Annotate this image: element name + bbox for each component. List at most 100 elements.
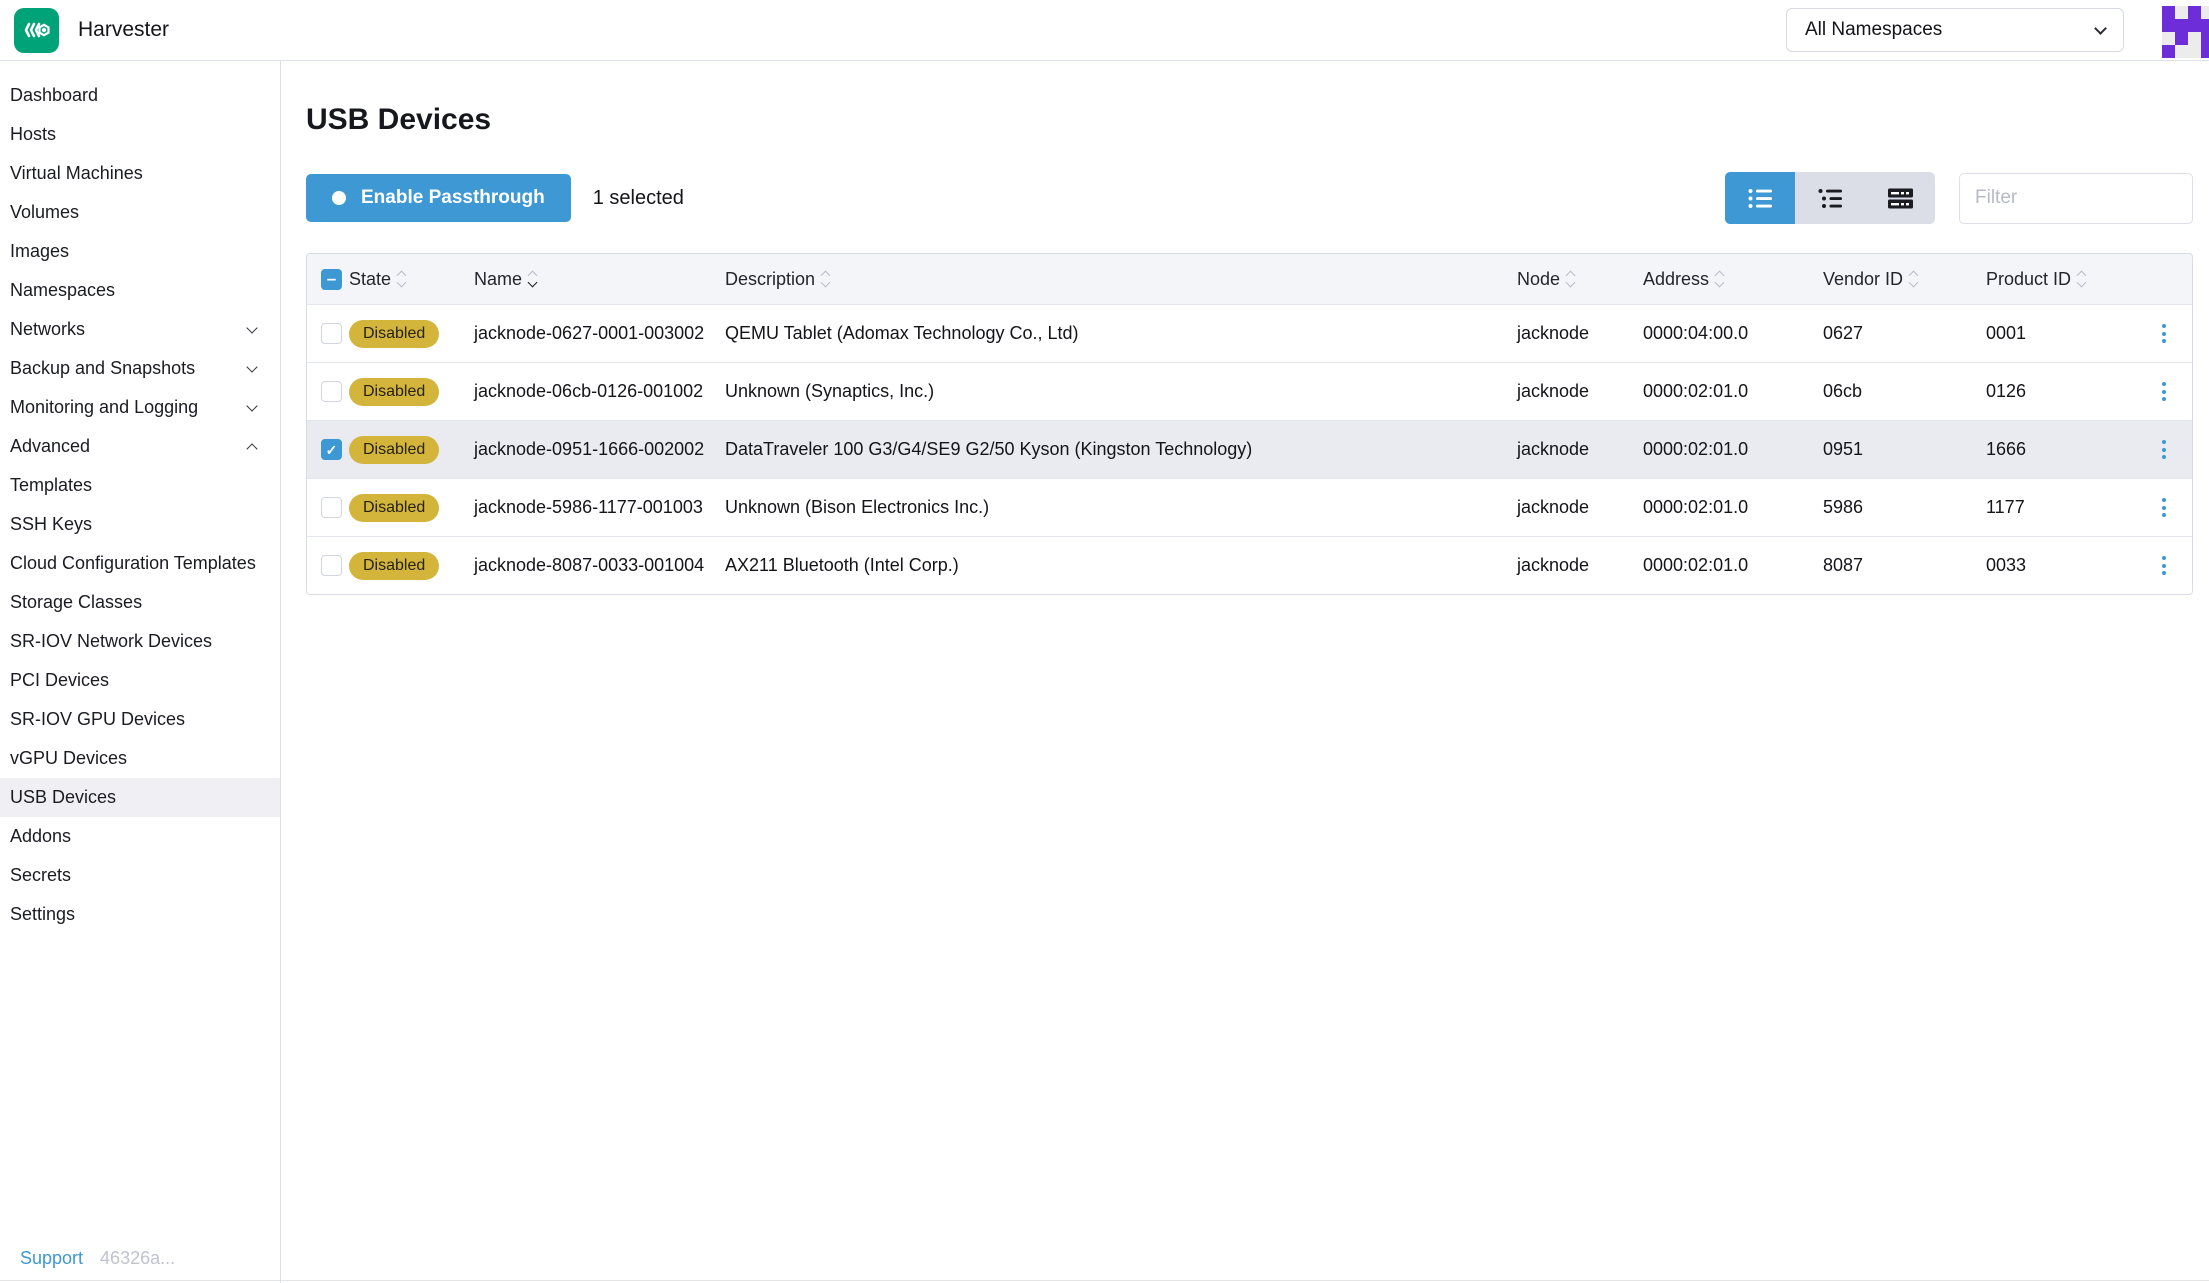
select-all-checkbox[interactable] <box>321 268 342 290</box>
table-row[interactable]: Disabled jacknode-0627-0001-003002 QEMU … <box>307 304 2192 362</box>
sidebar-item-label: PCI Devices <box>10 670 110 690</box>
sidebar-item-monitoring-and-logging[interactable]: Monitoring and Logging <box>0 388 280 427</box>
sidebar-item-label: Addons <box>10 826 72 846</box>
grouped-list-view-icon <box>1818 188 1842 208</box>
sidebar-chevron-icon <box>246 361 258 373</box>
product-id-cell: 1177 <box>1986 497 2025 517</box>
flat-list-view-button[interactable] <box>1865 172 1935 224</box>
row-actions-kebab-icon[interactable] <box>2154 377 2174 407</box>
node-cell: jacknode <box>1517 323 1590 343</box>
table-row[interactable]: Disabled jacknode-06cb-0126-001002 Unkno… <box>307 362 2192 420</box>
enable-passthrough-button[interactable]: Enable Passthrough <box>306 174 571 222</box>
sort-icon <box>820 270 831 288</box>
column-header-vendor-id[interactable]: Vendor ID <box>1823 269 1986 290</box>
sidebar-item-pci-devices[interactable]: PCI Devices <box>0 661 280 700</box>
row-checkbox-cell <box>307 323 349 344</box>
row-checkbox[interactable] <box>321 497 342 518</box>
sidebar-item-vgpu-devices[interactable]: vGPU Devices <box>0 739 280 778</box>
column-label: Node <box>1517 268 1561 289</box>
row-actions-kebab-icon[interactable] <box>2154 493 2174 523</box>
column-header-name[interactable]: Name <box>474 269 725 290</box>
row-checkbox-cell <box>307 555 349 576</box>
sidebar-item-hosts[interactable]: Hosts <box>0 115 280 154</box>
address-cell: 0000:02:01.0 <box>1643 555 1749 575</box>
row-actions-kebab-icon[interactable] <box>2154 551 2174 581</box>
page-title: USB Devices <box>306 103 492 136</box>
sidebar-item-templates[interactable]: Templates <box>0 466 280 505</box>
sidebar-item-label: vGPU Devices <box>10 748 128 768</box>
filter-input[interactable] <box>1959 172 2193 224</box>
sidebar-item-cloud-configuration-templates[interactable]: Cloud Configuration Templates <box>0 544 280 583</box>
name-cell: jacknode-06cb-0126-001002 <box>474 381 704 401</box>
node-cell: jacknode <box>1517 497 1590 517</box>
namespace-select[interactable]: All Namespaces <box>1786 8 2124 52</box>
view-toggle-group <box>1725 172 1935 224</box>
node-cell: jacknode <box>1517 439 1590 459</box>
node-cell: jacknode <box>1517 381 1590 401</box>
sidebar-item-storage-classes[interactable]: Storage Classes <box>0 583 280 622</box>
harvester-logo-icon <box>24 22 50 38</box>
sidebar-item-networks[interactable]: Networks <box>0 310 280 349</box>
sidebar-item-addons[interactable]: Addons <box>0 817 280 856</box>
state-cell: Disabled <box>349 493 474 522</box>
sidebar-item-settings[interactable]: Settings <box>0 895 280 934</box>
column-header-state[interactable]: State <box>349 269 474 290</box>
harvester-logo[interactable] <box>14 7 59 53</box>
sidebar-item-ssh-keys[interactable]: SSH Keys <box>0 505 280 544</box>
sidebar-item-label: Templates <box>10 475 93 495</box>
support-link[interactable]: Support <box>20 1248 83 1269</box>
sidebar-item-label: Networks <box>10 319 86 339</box>
table-row[interactable]: Disabled jacknode-5986-1177-001003 Unkno… <box>307 478 2192 536</box>
row-actions-kebab-icon[interactable] <box>2154 319 2174 349</box>
column-header-product-id[interactable]: Product ID <box>1986 269 2136 290</box>
vendor-id-cell: 0951 <box>1823 439 1864 459</box>
row-checkbox[interactable] <box>321 323 342 344</box>
column-header-address[interactable]: Address <box>1643 269 1823 290</box>
row-checkbox[interactable] <box>321 439 342 460</box>
description-cell: Unknown (Bison Electronics Inc.) <box>725 497 990 517</box>
sort-icon <box>396 270 407 288</box>
sidebar-item-sr-iov-network-devices[interactable]: SR-IOV Network Devices <box>0 622 280 661</box>
sidebar-item-label: SR-IOV Network Devices <box>10 631 213 651</box>
sidebar-item-images[interactable]: Images <box>0 232 280 271</box>
sidebar-item-backup-and-snapshots[interactable]: Backup and Snapshots <box>0 349 280 388</box>
actions-cell <box>2136 493 2192 523</box>
address-cell: 0000:04:00.0 <box>1643 323 1749 343</box>
row-checkbox[interactable] <box>321 555 342 576</box>
sidebar-item-label: Backup and Snapshots <box>10 358 196 378</box>
table-row[interactable]: Disabled jacknode-8087-0033-001004 AX211… <box>307 536 2192 594</box>
column-header-description[interactable]: Description <box>725 269 1517 290</box>
sidebar-item-secrets[interactable]: Secrets <box>0 856 280 895</box>
avatar[interactable] <box>2162 5 2209 58</box>
table-row[interactable]: Disabled jacknode-0951-1666-002002 DataT… <box>307 420 2192 478</box>
status-badge: Disabled <box>349 551 440 580</box>
address-cell: 0000:02:01.0 <box>1643 497 1749 517</box>
name-cell: jacknode-5986-1177-001003 <box>474 497 703 517</box>
list-view-button[interactable] <box>1725 172 1795 224</box>
product-id-cell: 0001 <box>1986 323 2027 343</box>
grouped-list-view-button[interactable] <box>1795 172 1865 224</box>
vendor-id-cell: 5986 <box>1823 497 1864 517</box>
namespace-select-value: All Namespaces <box>1805 19 1943 40</box>
column-label: Description <box>725 268 816 289</box>
row-checkbox[interactable] <box>321 381 342 402</box>
sort-icon <box>1714 270 1725 288</box>
sidebar-item-virtual-machines[interactable]: Virtual Machines <box>0 154 280 193</box>
name-cell: jacknode-0627-0001-003002 <box>474 323 705 343</box>
sidebar-item-namespaces[interactable]: Namespaces <box>0 271 280 310</box>
sidebar-item-usb-devices[interactable]: USB Devices <box>0 778 280 817</box>
row-checkbox-cell <box>307 381 349 402</box>
sidebar-item-volumes[interactable]: Volumes <box>0 193 280 232</box>
product-id-cell: 0126 <box>1986 381 2027 401</box>
sidebar-item-sr-iov-gpu-devices[interactable]: SR-IOV GPU Devices <box>0 700 280 739</box>
navbar-right: All Namespaces <box>1786 3 2209 58</box>
sidebar-item-dashboard[interactable]: Dashboard <box>0 76 280 115</box>
actions-cell <box>2136 435 2192 465</box>
row-checkbox-cell <box>307 439 349 460</box>
column-header-node[interactable]: Node <box>1517 269 1643 290</box>
sidebar-item-label: Hosts <box>10 124 57 144</box>
sidebar-item-label: Secrets <box>10 865 72 885</box>
row-actions-kebab-icon[interactable] <box>2154 435 2174 465</box>
sidebar-item-advanced[interactable]: Advanced <box>0 427 280 466</box>
sidebar-item-label: USB Devices <box>10 787 117 807</box>
